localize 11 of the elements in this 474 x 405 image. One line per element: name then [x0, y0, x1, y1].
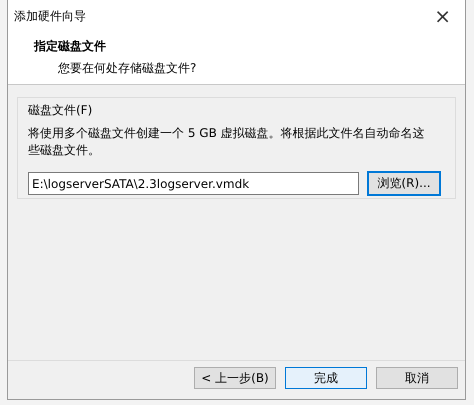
group-label: 磁盘文件(F)	[28, 102, 94, 119]
page-heading: 指定磁盘文件	[34, 38, 107, 55]
browse-button[interactable]: 浏览(R)...	[367, 171, 441, 196]
cancel-button[interactable]: 取消	[376, 367, 458, 389]
window-title: 添加硬件向导	[14, 8, 86, 24]
back-button[interactable]: < 上一步(B)	[194, 367, 276, 389]
finish-button[interactable]: 完成	[285, 367, 367, 389]
close-icon[interactable]: ×	[428, 6, 457, 26]
description-text: 将使用多个磁盘文件创建一个 5 GB 虚拟磁盘。将根据此文件名自动命名这些磁盘文件。	[28, 125, 426, 159]
file-path-field[interactable]: E:\logserverSATA\2.3logserver.vmdk	[28, 172, 359, 195]
page-subtitle: 您要在何处存储磁盘文件?	[57, 60, 198, 77]
